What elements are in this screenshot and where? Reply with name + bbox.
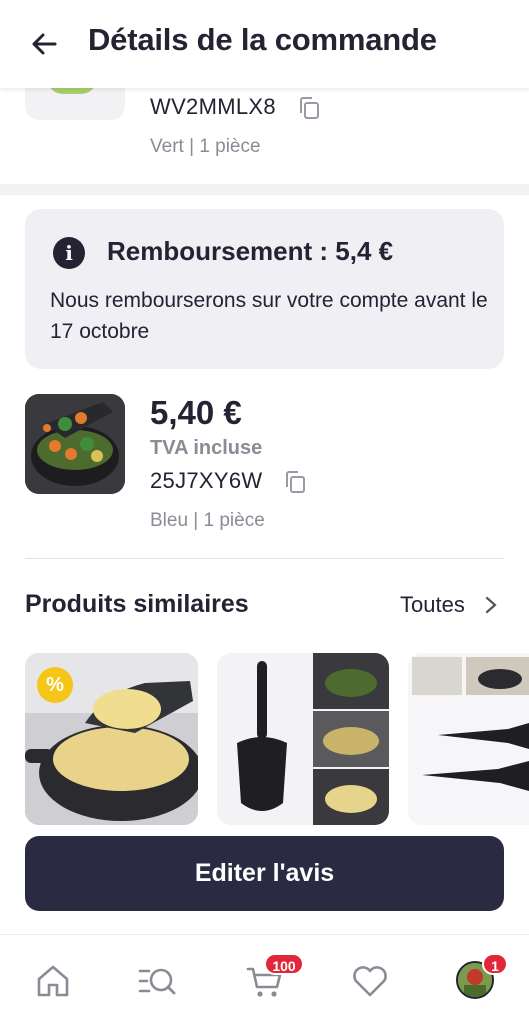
similar-products-heading: Produits similaires xyxy=(25,590,249,618)
page-title: Détails de la commande xyxy=(88,22,437,57)
divider xyxy=(25,558,504,559)
refund-title: Remboursement : 5,4 € xyxy=(107,236,394,266)
similar-product-card[interactable] xyxy=(408,653,529,825)
similar-product-card[interactable] xyxy=(217,653,389,825)
similar-product-card[interactable]: % xyxy=(25,653,198,825)
product-sku: WV2MMLX8 xyxy=(150,94,276,119)
product-thumbnail[interactable] xyxy=(25,394,125,494)
see-all-link[interactable]: Toutes xyxy=(400,592,465,618)
cart-count-badge: 100 xyxy=(264,953,304,975)
product-sku: 25J7XY6W xyxy=(150,468,263,493)
back-arrow-icon[interactable] xyxy=(30,30,58,58)
refund-message: Nous rembourserons sur votre compte avan… xyxy=(50,289,488,343)
product-variant: Bleu | 1 pièce xyxy=(150,510,265,531)
section-divider xyxy=(0,184,529,195)
refund-card: i Remboursement : 5,4 € Nous remboursero… xyxy=(25,209,504,369)
heart-icon[interactable] xyxy=(350,961,390,1001)
info-icon: i xyxy=(53,237,85,269)
discount-badge: % xyxy=(37,667,73,703)
tax-note: TVA incluse xyxy=(150,437,263,459)
top-app-bar: Détails de la commande xyxy=(0,0,529,88)
product-image xyxy=(25,394,125,494)
search-icon[interactable] xyxy=(137,961,177,1001)
copy-icon[interactable] xyxy=(298,96,320,120)
product-image xyxy=(408,653,529,825)
profile-notification-badge: 1 xyxy=(482,953,508,975)
product-image xyxy=(217,653,389,825)
bottom-navigation: 100 1 xyxy=(0,934,529,1024)
copy-icon[interactable] xyxy=(284,470,306,494)
chevron-right-icon[interactable] xyxy=(484,596,498,614)
home-icon[interactable] xyxy=(33,961,73,1001)
product-price: 5,40 € xyxy=(150,394,242,431)
product-variant: Vert | 1 pièce xyxy=(150,136,261,157)
edit-review-button[interactable]: Editer l'avis xyxy=(25,836,504,911)
